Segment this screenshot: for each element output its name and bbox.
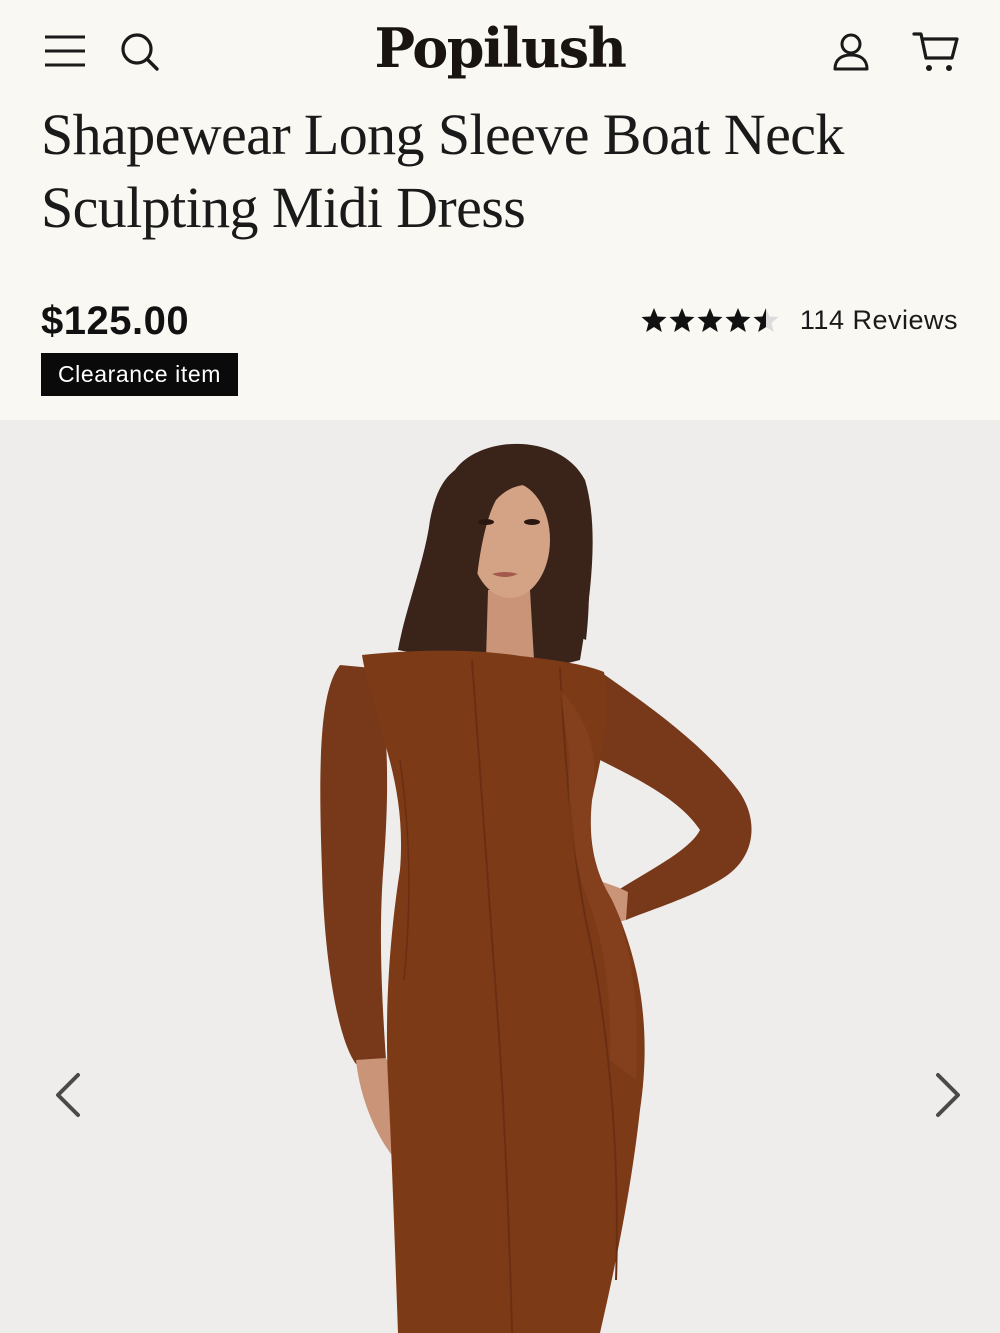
star-icon — [696, 307, 724, 333]
account-icon — [833, 33, 869, 71]
clearance-badge: Clearance item — [41, 353, 238, 396]
gallery-next-button[interactable] — [928, 1070, 968, 1120]
menu-icon — [45, 35, 85, 67]
site-header: Popilush — [0, 0, 1000, 100]
star-icon — [752, 307, 780, 333]
menu-button[interactable] — [44, 34, 86, 68]
search-icon — [121, 33, 159, 71]
chevron-right-icon — [936, 1073, 960, 1117]
product-image[interactable] — [0, 420, 1000, 1333]
cart-icon — [912, 32, 959, 71]
product-price: $125.00 — [41, 299, 190, 343]
reviews-link[interactable]: 114 Reviews — [800, 305, 958, 336]
rating-stars — [640, 307, 780, 333]
brand-logo[interactable]: Popilush — [375, 16, 627, 80]
gallery-prev-button[interactable] — [48, 1070, 88, 1120]
search-button[interactable] — [120, 32, 160, 72]
cart-button[interactable] — [912, 30, 960, 74]
product-gallery — [0, 420, 1000, 1333]
account-button[interactable] — [832, 32, 870, 72]
chevron-left-icon — [56, 1073, 80, 1117]
product-rating[interactable]: 114 Reviews — [640, 300, 958, 340]
star-icon — [724, 307, 752, 333]
star-icon — [640, 307, 668, 333]
product-title: Shapewear Long Sleeve Boat Neck Sculptin… — [41, 102, 844, 240]
star-icon — [668, 307, 696, 333]
